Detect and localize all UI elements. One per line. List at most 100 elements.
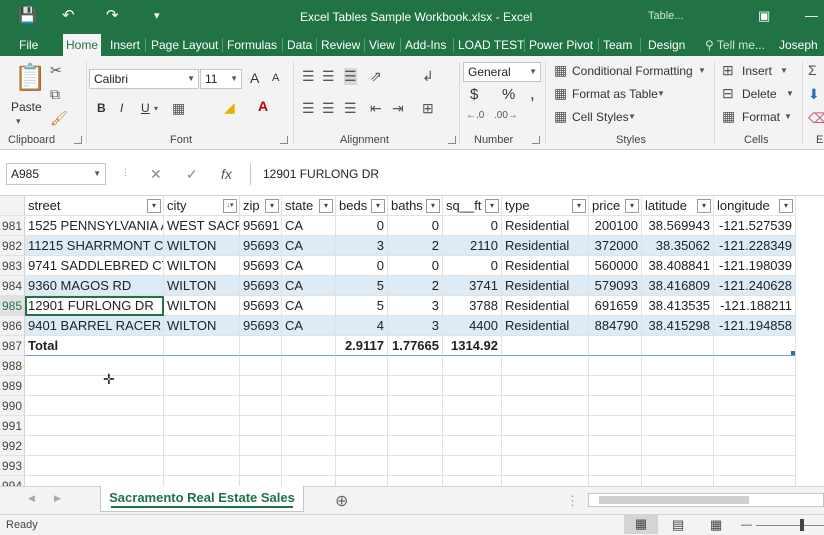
tab-power-pivot[interactable]: Power Pivot xyxy=(526,34,596,56)
empty-cell[interactable] xyxy=(714,356,796,376)
filter-dropdown-icon[interactable]: ▾ xyxy=(371,199,385,213)
row-header[interactable]: 993 xyxy=(0,456,25,476)
table-cell[interactable]: 0 xyxy=(388,256,443,276)
horizontal-scrollbar[interactable] xyxy=(588,493,824,507)
table-cell[interactable]: Residential xyxy=(502,296,589,316)
paste-dropdown-icon[interactable]: ▾ xyxy=(16,116,21,127)
tab-load-test[interactable]: LOAD TEST xyxy=(455,34,527,56)
table-cell[interactable]: WILTON xyxy=(164,256,240,276)
row-header[interactable]: 987 xyxy=(0,336,25,356)
table-cell[interactable]: WILTON xyxy=(164,296,240,316)
empty-cell[interactable] xyxy=(642,476,714,486)
tab-insert[interactable]: Insert xyxy=(107,34,143,56)
format-as-table-button[interactable]: Format as Table xyxy=(572,87,658,101)
delete-cells-icon[interactable]: ⊟ xyxy=(722,85,734,102)
empty-cell[interactable] xyxy=(336,476,388,486)
empty-cell[interactable] xyxy=(164,396,240,416)
borders-icon[interactable]: ▦ xyxy=(172,100,185,117)
table-cell[interactable]: 95693 xyxy=(240,256,282,276)
total-cell[interactable]: 1.77665 xyxy=(388,336,443,356)
table-cell[interactable]: 9401 BARREL RACER CT xyxy=(25,316,164,336)
format-cells-icon[interactable]: ▦ xyxy=(722,108,735,125)
table-cell[interactable]: -121.240628 xyxy=(714,276,796,296)
table-cell[interactable]: 0 xyxy=(443,256,502,276)
empty-cell[interactable] xyxy=(25,376,164,396)
undo-icon[interactable]: ↶ xyxy=(62,6,75,26)
empty-cell[interactable] xyxy=(502,396,589,416)
redo-icon[interactable]: ↷ xyxy=(106,6,119,26)
enter-icon[interactable]: ✓ xyxy=(186,166,198,183)
empty-cell[interactable] xyxy=(589,376,642,396)
row-header[interactable]: 991 xyxy=(0,416,25,436)
empty-cell[interactable] xyxy=(589,456,642,476)
filter-dropdown-icon[interactable]: ▾ xyxy=(779,199,793,213)
table-cell[interactable]: WILTON xyxy=(164,316,240,336)
empty-cell[interactable] xyxy=(282,456,336,476)
total-cell[interactable] xyxy=(589,336,642,356)
empty-cell[interactable] xyxy=(336,456,388,476)
align-top-icon[interactable]: ☰ xyxy=(302,68,315,85)
empty-cell[interactable] xyxy=(443,476,502,486)
tab-formulas[interactable]: Formulas xyxy=(224,34,280,56)
table-cell[interactable]: Residential xyxy=(502,276,589,296)
empty-cell[interactable] xyxy=(642,436,714,456)
empty-cell[interactable] xyxy=(388,436,443,456)
font-name-combo[interactable]: Calibri ▼ xyxy=(89,69,199,89)
row-header[interactable]: 983 xyxy=(0,256,25,276)
font-color-icon[interactable]: A xyxy=(258,98,268,114)
align-right-icon[interactable]: ☰ xyxy=(344,100,357,117)
empty-cell[interactable] xyxy=(25,396,164,416)
empty-cell[interactable] xyxy=(589,436,642,456)
total-cell[interactable] xyxy=(642,336,714,356)
row-header[interactable]: 992 xyxy=(0,436,25,456)
empty-cell[interactable] xyxy=(443,416,502,436)
empty-cell[interactable] xyxy=(336,356,388,376)
empty-cell[interactable] xyxy=(336,436,388,456)
align-left-icon[interactable]: ☰ xyxy=(302,100,315,117)
scroll-right-icon[interactable]: ▶ xyxy=(54,493,61,504)
empty-cell[interactable] xyxy=(714,376,796,396)
table-cell[interactable]: 3 xyxy=(388,316,443,336)
tab-design[interactable]: Design xyxy=(645,34,688,56)
cell-styles-button[interactable]: Cell Styles xyxy=(572,110,629,124)
filter-dropdown-icon[interactable]: ▾ xyxy=(319,199,333,213)
table-cell[interactable]: 560000 xyxy=(589,256,642,276)
table-cell[interactable]: 38.35062 xyxy=(642,236,714,256)
empty-cell[interactable] xyxy=(502,376,589,396)
zoom-slider[interactable] xyxy=(756,525,824,526)
total-cell[interactable] xyxy=(714,336,796,356)
filter-dropdown-icon[interactable]: ▾ xyxy=(265,199,279,213)
table-cell[interactable]: 95693 xyxy=(240,236,282,256)
table-cell[interactable]: -121.194858 xyxy=(714,316,796,336)
empty-cell[interactable] xyxy=(25,436,164,456)
insert-function-icon[interactable]: fx xyxy=(221,166,232,182)
table-cell[interactable]: WEST SACRA xyxy=(164,216,240,236)
fill-color-icon[interactable]: ◢ xyxy=(224,99,235,116)
empty-cell[interactable] xyxy=(25,476,164,486)
empty-cell[interactable] xyxy=(388,456,443,476)
table-cell[interactable]: 4400 xyxy=(443,316,502,336)
empty-cell[interactable] xyxy=(25,356,164,376)
insert-cells-icon[interactable]: ⊞ xyxy=(722,62,734,79)
percent-button[interactable]: % xyxy=(502,86,515,103)
row-header[interactable]: 990 xyxy=(0,396,25,416)
number-dialog-launcher[interactable] xyxy=(532,136,540,144)
table-cell[interactable]: 884790 xyxy=(589,316,642,336)
empty-cell[interactable] xyxy=(388,396,443,416)
row-header[interactable]: 985 xyxy=(0,296,25,316)
page-break-view-icon[interactable]: ▦ xyxy=(710,515,722,535)
currency-button[interactable]: $ xyxy=(470,86,478,103)
name-box[interactable]: A985 ▼ xyxy=(6,163,106,185)
empty-cell[interactable] xyxy=(240,456,282,476)
empty-cell[interactable] xyxy=(714,416,796,436)
increase-font-button[interactable]: A xyxy=(250,70,259,86)
table-cell[interactable]: -121.198039 xyxy=(714,256,796,276)
row-header[interactable]: 982 xyxy=(0,236,25,256)
empty-cell[interactable] xyxy=(164,456,240,476)
autosum-icon[interactable]: Σ xyxy=(808,62,817,78)
table-resize-handle[interactable] xyxy=(791,351,795,355)
row-header[interactable]: 994 xyxy=(0,476,25,486)
tab-data[interactable]: Data xyxy=(284,34,315,56)
orientation-icon[interactable]: ⇗ xyxy=(370,68,382,85)
table-cell[interactable]: 3 xyxy=(388,296,443,316)
